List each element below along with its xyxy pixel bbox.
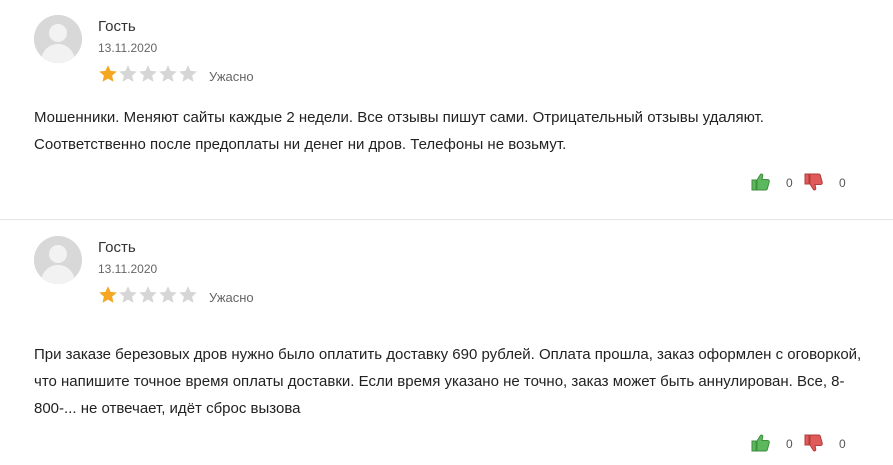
star-empty-icon xyxy=(119,65,137,82)
review-date: 13.11.2020 xyxy=(98,262,158,276)
thumbs-down-icon xyxy=(804,173,823,191)
star-empty-icon xyxy=(159,65,177,82)
rating-stars xyxy=(98,285,198,305)
dislike-button[interactable] xyxy=(804,172,824,192)
review-text: При заказе березовых дров нужно было опл… xyxy=(34,346,862,417)
thumbs-up-icon xyxy=(751,434,770,452)
rating-label: Ужасно xyxy=(209,69,254,84)
star-empty-icon xyxy=(119,286,137,303)
like-button[interactable] xyxy=(751,433,771,453)
avatar xyxy=(34,15,82,63)
dislike-count: 0 xyxy=(839,437,846,451)
review-card: Гость 13.11.2020 Ужасно Мошенники. Меняю… xyxy=(0,0,893,220)
star-filled-icon xyxy=(99,65,117,82)
rating-label: Ужасно xyxy=(209,290,254,305)
thumbs-down-icon xyxy=(804,434,823,452)
star-empty-icon xyxy=(179,286,197,303)
star-filled-icon xyxy=(99,286,117,303)
review-card: Гость 13.11.2020 Ужасно При заказе берез… xyxy=(0,221,893,465)
like-button[interactable] xyxy=(751,172,771,192)
review-text: Мошенники. Меняют сайты каждые 2 недели.… xyxy=(34,109,764,153)
vote-controls: 0 0 xyxy=(733,433,893,453)
review-author: Гость xyxy=(98,18,136,35)
user-silhouette-icon xyxy=(34,15,82,63)
vote-controls: 0 0 xyxy=(733,172,893,192)
review-date: 13.11.2020 xyxy=(98,41,158,55)
review-divider xyxy=(0,219,893,220)
star-empty-icon xyxy=(139,65,157,82)
thumbs-up-icon xyxy=(751,173,770,191)
star-empty-icon xyxy=(179,65,197,82)
dislike-count: 0 xyxy=(839,176,846,190)
avatar xyxy=(34,236,82,284)
star-empty-icon xyxy=(139,286,157,303)
user-silhouette-icon xyxy=(34,236,82,284)
rating-stars xyxy=(98,64,198,84)
dislike-button[interactable] xyxy=(804,433,824,453)
star-empty-icon xyxy=(159,286,177,303)
review-author: Гость xyxy=(98,239,136,256)
like-count: 0 xyxy=(786,437,793,451)
like-count: 0 xyxy=(786,176,793,190)
